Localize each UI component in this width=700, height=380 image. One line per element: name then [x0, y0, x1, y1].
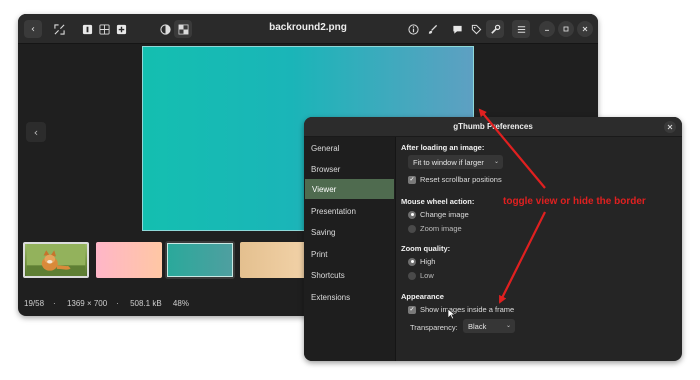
low-quality-radio[interactable]: Low [408, 271, 434, 280]
fit-mode-dropdown[interactable]: Fit to window if larger ⌄ [408, 155, 503, 169]
add-icon [116, 24, 126, 34]
annotation-text: toggle view or hide the border [503, 196, 646, 207]
sidebar-item-shortcuts[interactable]: Shortcuts [304, 265, 394, 285]
color-button[interactable] [156, 20, 174, 38]
grid-view-button[interactable] [95, 20, 113, 38]
change-image-radio[interactable]: Change image [408, 210, 469, 219]
chevron-down-icon: ⌄ [505, 323, 511, 329]
status-dimensions: 1369 × 700 [66, 299, 108, 308]
tools-button[interactable] [486, 20, 504, 38]
zoom-image-label: Zoom image [420, 224, 462, 233]
sidebar-item-general[interactable]: General [304, 138, 394, 158]
back-icon: ‹ [31, 23, 35, 35]
add-button[interactable] [112, 20, 130, 38]
status-size: 508.1 kB [130, 299, 162, 308]
preferences-sidebar: General Browser Viewer Presentation Savi… [304, 137, 396, 361]
info-icon [407, 23, 419, 35]
viewer-settings-panel: After loading an image: Fit to window if… [397, 137, 682, 361]
preferences-title: gThumb Preferences [453, 122, 533, 131]
checker-button[interactable] [174, 20, 192, 38]
transparency-value: Black [468, 322, 487, 331]
high-quality-radio[interactable]: High [408, 257, 435, 266]
radio-unselected-icon [408, 271, 416, 280]
after-loading-title: After loading an image: [401, 143, 485, 152]
mouse-wheel-title: Mouse wheel action: [401, 197, 475, 206]
zoom-quality-title: Zoom quality: [401, 244, 451, 253]
fullscreen-button[interactable] [50, 20, 68, 38]
change-image-label: Change image [420, 210, 469, 219]
tag-icon [471, 24, 481, 34]
sidebar-item-print[interactable]: Print [304, 244, 394, 264]
maximize-button[interactable] [558, 21, 574, 37]
brush-icon [428, 24, 437, 34]
sidebar-item-browser[interactable]: Browser [304, 159, 394, 179]
show-frame-label: Show images inside a frame [420, 305, 515, 314]
low-quality-label: Low [420, 271, 434, 280]
high-quality-label: High [420, 257, 436, 266]
comment-icon [452, 25, 462, 34]
mouse-pointer-icon [447, 308, 456, 320]
reset-scrollbar-checkbox[interactable]: ✓ Reset scrollbar positions [408, 175, 502, 184]
previous-image-button[interactable]: ‹ [26, 122, 46, 142]
checkbox-checked-icon: ✓ [408, 175, 416, 184]
close-button[interactable] [577, 21, 593, 37]
status-dot: · [53, 299, 56, 308]
status-bar: 19/58 · 1369 × 700 · 508.1 kB 48% [24, 299, 198, 308]
info-button[interactable] [404, 20, 422, 38]
transparency-label: Transparency: [410, 323, 458, 332]
single-view-button[interactable] [78, 20, 96, 38]
checkbox-checked-icon: ✓ [408, 305, 416, 314]
status-dot: · [116, 299, 119, 308]
fit-mode-value: Fit to window if larger [413, 158, 484, 167]
radio-selected-icon [408, 257, 416, 266]
show-frame-checkbox[interactable]: ✓ Show images inside a frame [408, 305, 514, 314]
sidebar-item-saving[interactable]: Saving [304, 222, 394, 242]
maximize-icon [563, 26, 569, 32]
tag-button[interactable] [467, 20, 485, 38]
menu-icon [517, 25, 525, 33]
fox-photo-icon [26, 244, 86, 276]
preferences-header: gThumb Preferences [304, 117, 682, 137]
thumbnail-teal-selected[interactable] [165, 241, 235, 279]
menu-button[interactable] [512, 20, 530, 38]
header-bar: ‹ backround2.png [18, 14, 598, 44]
single-view-icon [82, 24, 92, 34]
zoom-image-radio[interactable]: Zoom image [408, 224, 462, 233]
sidebar-item-extensions[interactable]: Extensions [304, 287, 394, 307]
thumbnail-fox[interactable] [23, 242, 89, 278]
color-icon [159, 23, 171, 35]
checker-icon [178, 24, 188, 34]
fullscreen-icon [53, 23, 65, 35]
minimize-button[interactable] [539, 21, 555, 37]
sidebar-item-presentation[interactable]: Presentation [304, 201, 394, 221]
radio-unselected-icon [408, 224, 416, 233]
chevron-left-icon: ‹ [33, 125, 39, 139]
preferences-close-button[interactable] [664, 121, 676, 133]
window-title: backround2.png [269, 22, 347, 33]
brush-button[interactable] [423, 20, 441, 38]
grid-view-icon [98, 23, 110, 35]
appearance-title: Appearance [401, 292, 444, 301]
thumbnail-beige[interactable] [240, 242, 306, 278]
status-position: 19/58 [24, 299, 45, 308]
transparency-dropdown[interactable]: Black ⌄ [463, 319, 515, 333]
wrench-icon [490, 24, 500, 34]
comment-button[interactable] [448, 20, 466, 38]
radio-selected-icon [408, 210, 416, 219]
close-icon [667, 124, 673, 130]
preferences-dialog: gThumb Preferences General Browser Viewe… [304, 117, 682, 361]
back-button[interactable]: ‹ [24, 20, 42, 38]
thumbnail-pink[interactable] [96, 242, 162, 278]
chevron-down-icon: ⌄ [493, 159, 499, 165]
reset-scrollbar-label: Reset scrollbar positions [420, 175, 502, 184]
close-icon [582, 26, 588, 32]
minimize-icon [545, 29, 549, 31]
sidebar-item-viewer[interactable]: Viewer [305, 179, 394, 199]
status-zoom: 48% [172, 299, 189, 308]
thumbnail-teal-image [167, 243, 233, 277]
